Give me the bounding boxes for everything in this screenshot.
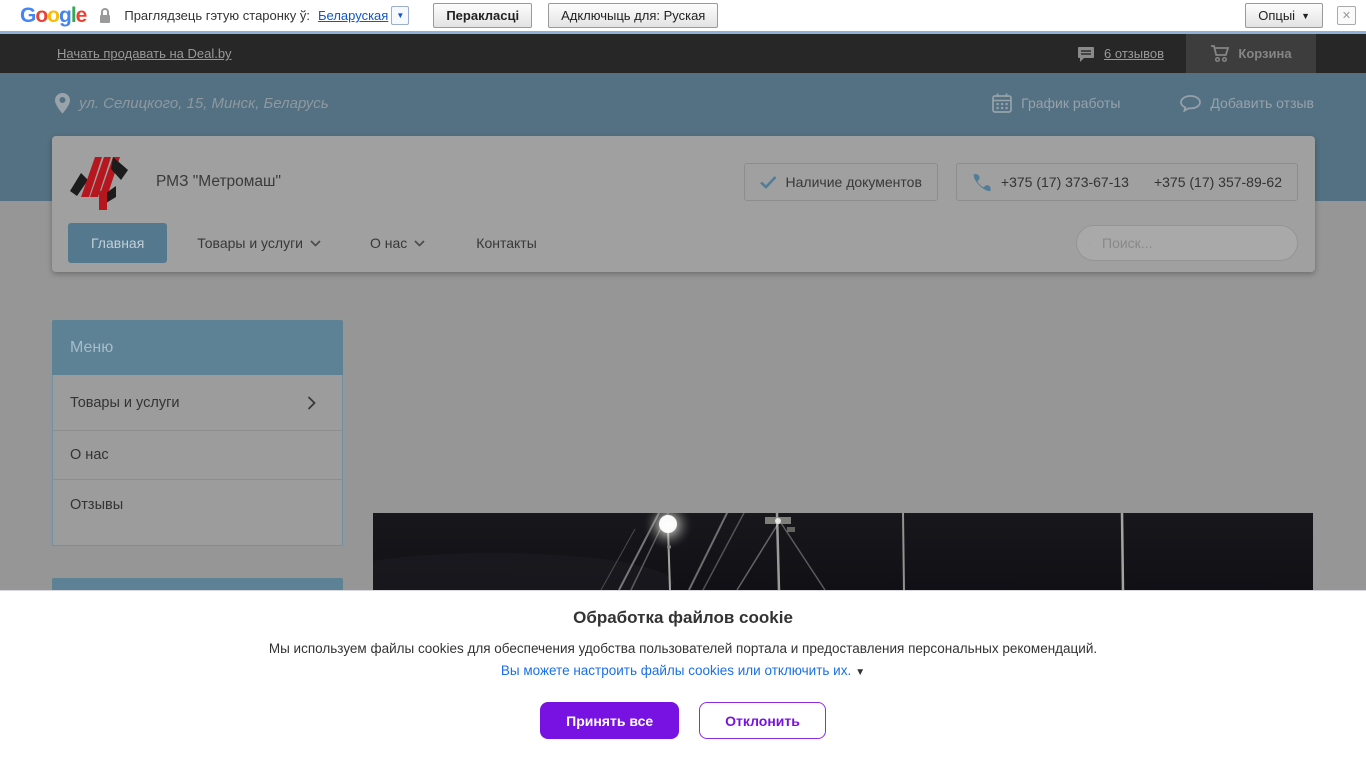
google-logo-letter: e [75,3,88,27]
chevron-right-icon [307,395,316,410]
close-translate-bar-button[interactable]: ✕ [1337,6,1356,25]
nav-products-label: Товары и услуги [197,235,303,251]
reviews-link[interactable]: 6 отзывов [1077,46,1164,62]
company-nav: Главная Товары и услуги О нас Контакты [68,223,1298,263]
google-logo-letter: g [59,3,72,27]
translate-prompt: Праглядзець гэтую старонку ў: [124,8,310,23]
cart-button[interactable]: Корзина [1186,34,1316,73]
phone-number: +375 (17) 373-67-13 [1000,174,1129,190]
second-sidebar-box-header [52,578,343,590]
sidebar-item-label: Товары и услуги [70,394,180,411]
location-pin-icon [55,92,70,113]
caret-down-icon: ▼ [855,667,866,678]
address-row: ул. Селицкого, 15, Минск, Беларусь Графи… [0,88,1366,118]
sidebar-item-label: Отзывы [70,497,124,513]
language-link[interactable]: Беларуская [318,8,388,23]
company-card: РМЗ "Метромаш" Наличие документов +375 (… [52,136,1315,272]
google-logo-letter: G [20,3,36,27]
google-translate-bar: G o o g l e Праглядзець гэтую старонку ў… [0,0,1366,34]
marketplace-topbar: Начать продавать на Deal.by 6 отзывов Ко… [0,34,1366,73]
cookie-buttons: Принять все Отклонить [0,702,1366,739]
search-box [1076,225,1298,261]
sidebar-item-label: О нас [70,447,109,463]
nav-contacts[interactable]: Контакты [476,235,536,251]
company-address: ул. Селицкого, 15, Минск, Беларусь [55,92,329,114]
documents-label: Наличие документов [785,174,922,190]
cookie-message: Мы используем файлы cookies для обеспече… [268,641,1098,656]
google-logo-letter: o [35,3,48,27]
cookie-settings-link[interactable]: Вы можете настроить файлы cookies или от… [501,663,865,678]
work-schedule-label: График работы [1021,95,1121,111]
options-button[interactable]: Опцыі ▼ [1245,3,1323,28]
google-logo-letter: o [47,3,60,27]
phone-number: +375 (17) 357-89-62 [1153,174,1282,190]
options-label: Опцыі [1258,8,1296,23]
start-selling-link[interactable]: Начать продавать на Deal.by [57,46,232,61]
decline-cookies-button[interactable]: Отклонить [699,702,826,739]
google-logo: G o o g l e [20,3,88,28]
calendar-icon [992,93,1013,113]
company-logo [70,157,128,210]
cookie-settings-label: Вы можете настроить файлы cookies или от… [500,663,852,678]
cart-icon [1211,45,1230,63]
lock-icon [98,7,112,24]
chevron-down-icon [310,239,321,247]
check-icon [759,175,776,189]
sidebar-menu-list: Товары и услуги О нас Отзывы [52,375,343,546]
sidebar-menu-title: Меню [52,320,343,375]
nav-about-label: О нас [370,235,408,251]
translate-button[interactable]: Перакласці [433,3,533,28]
nav-products-dropdown[interactable]: Товары и услуги [197,235,321,251]
chevron-down-icon [414,239,425,247]
speech-bubble-icon [1180,94,1202,112]
cookie-title: Обработка файлов cookie [573,608,793,627]
company-name: РМЗ "Метромаш" [156,173,281,190]
sidebar-item-products[interactable]: Товары и услуги [53,375,342,431]
cart-label: Корзина [1238,46,1292,61]
documents-badge[interactable]: Наличие документов [743,163,938,201]
chat-icon [1078,46,1095,62]
reviews-label: 6 отзывов [1104,46,1164,61]
disable-translate-button[interactable]: Адключыць для: Руская [548,3,719,28]
accept-cookies-button[interactable]: Принять все [540,702,680,739]
search-icon[interactable] [1089,234,1090,253]
company-card-top-row: РМЗ "Метромаш" Наличие документов +375 (… [68,150,1298,214]
search-input[interactable] [1100,234,1285,252]
page: G o o g l e Праглядзець гэтую старонку ў… [0,0,1366,768]
work-schedule-link[interactable]: График работы [992,93,1120,113]
nav-about-dropdown[interactable]: О нас [370,235,425,251]
sidebar-item-reviews[interactable]: Отзывы [53,480,342,530]
nav-home[interactable]: Главная [68,223,168,263]
cookie-consent-panel: Обработка файлов cookie Мы используем фа… [0,590,1366,768]
add-review-link[interactable]: Добавить отзыв [1180,94,1314,112]
company-banner-photo [373,513,1313,590]
caret-down-icon: ▼ [1301,10,1310,21]
night-photo-graphic [373,513,1313,590]
language-dropdown-button[interactable]: ▼ [391,6,410,25]
sidebar-menu: Меню Товары и услуги О нас Отзывы [52,320,343,546]
add-review-label: Добавить отзыв [1210,95,1314,111]
phone-icon [973,173,991,191]
address-text: ул. Селицкого, 15, Минск, Беларусь [79,94,329,112]
sidebar-item-about[interactable]: О нас [53,431,342,480]
phone-numbers[interactable]: +375 (17) 373-67-13 +375 (17) 357-89-62 [955,163,1298,201]
